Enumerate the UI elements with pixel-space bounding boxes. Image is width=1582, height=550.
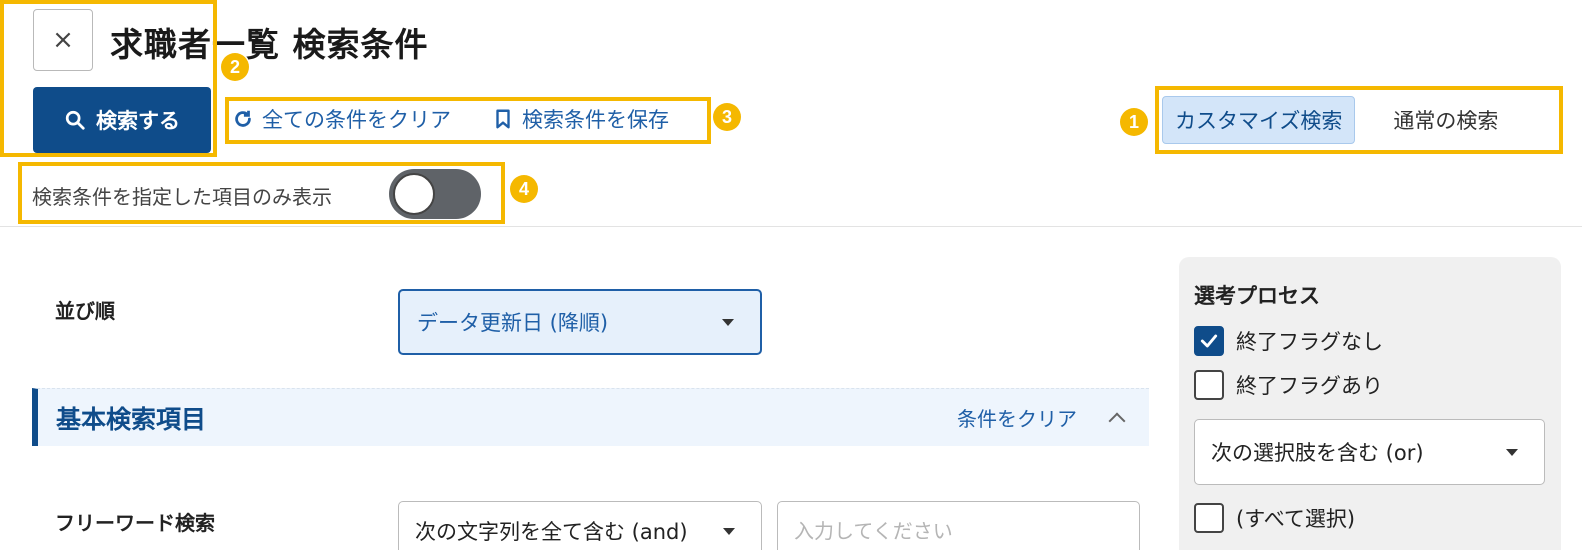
checkbox[interactable] [1194,503,1224,533]
side-match-value: 次の選択肢を含む (or) [1211,441,1424,465]
annotation-box-3 [225,97,711,144]
caret-down-icon [722,318,734,326]
sort-label: 並び順 [55,299,115,323]
freeword-input[interactable] [777,501,1140,550]
annotation-box-2 [0,0,217,157]
annotation-marker-4: 4 [510,175,538,203]
checkbox-checked[interactable] [1194,326,1224,356]
option-with-end-flag[interactable]: 終了フラグあり [1194,370,1383,400]
annotation-marker-2: 2 [221,53,249,81]
caret-down-icon [1506,448,1518,456]
freeword-match-select[interactable]: 次の文字列を全て含む (and) [398,501,762,550]
sort-value: データ更新日 (降順) [417,311,609,335]
check-icon [1200,334,1218,348]
sort-select[interactable]: データ更新日 (降順) [398,289,762,355]
freeword-label: フリーワード検索 [55,511,215,535]
option-select-all[interactable]: (すべて選択) [1194,503,1355,533]
basic-search-section-header: 基本検索項目 条件をクリア [32,388,1149,446]
annotation-marker-1: 1 [1120,108,1148,136]
freeword-match-value: 次の文字列を全て含む (and) [415,520,688,544]
annotation-box-1 [1155,86,1563,154]
selection-process-title: 選考プロセス [1194,284,1320,308]
header-divider [0,226,1582,227]
option-label: 終了フラグあり [1236,374,1383,398]
option-label: (すべて選択) [1236,507,1356,531]
annotation-box-4 [18,162,505,224]
caret-down-icon [723,527,735,535]
section-title: 基本検索項目 [56,404,207,434]
option-no-end-flag[interactable]: 終了フラグなし [1194,326,1383,356]
section-clear-link[interactable]: 条件をクリア [957,403,1077,432]
checkbox[interactable] [1194,370,1224,400]
selection-process-match-select[interactable]: 次の選択肢を含む (or) [1194,419,1545,485]
option-label: 終了フラグなし [1236,330,1383,354]
annotation-marker-3: 3 [713,103,741,131]
chevron-up-icon[interactable] [1108,412,1126,429]
